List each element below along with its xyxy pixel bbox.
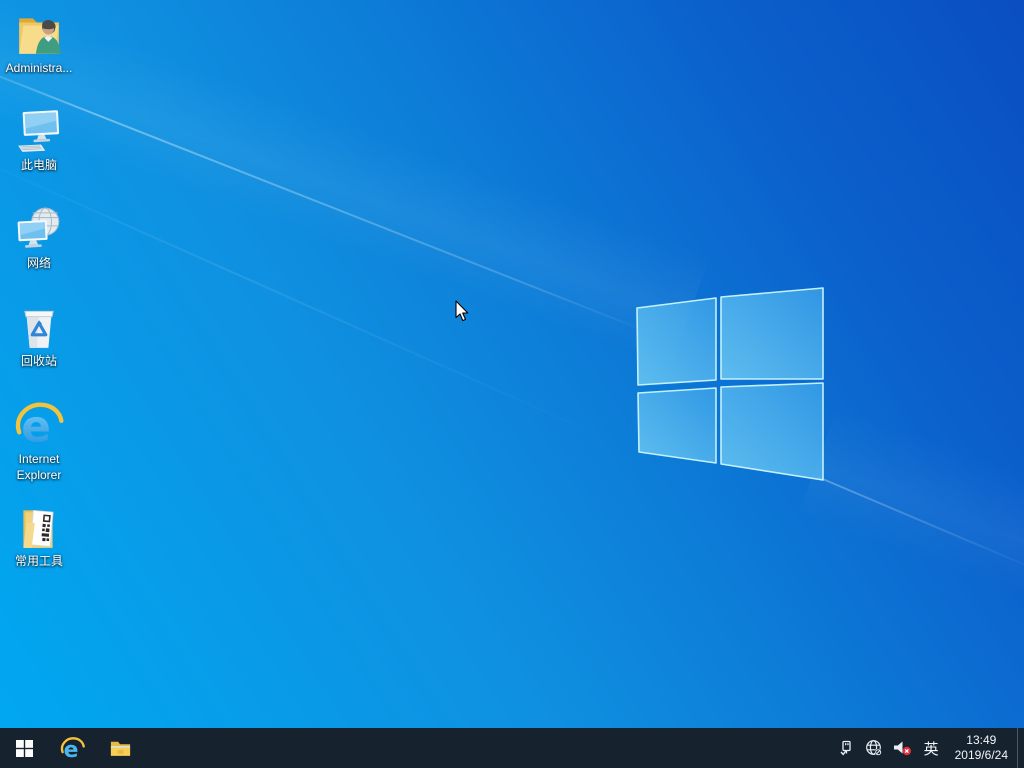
tools-folder-icon bbox=[23, 509, 54, 548]
desktop-icon-network[interactable]: 网络 bbox=[1, 204, 77, 272]
light-ray bbox=[797, 403, 1024, 606]
recycle-bin-icon bbox=[24, 310, 54, 348]
desktop-icon-label: Administra... bbox=[5, 61, 73, 75]
volume-tray-button[interactable] bbox=[888, 728, 917, 768]
network-tray-button[interactable] bbox=[860, 728, 888, 768]
desktop-icon-label: 回收站 bbox=[20, 354, 57, 368]
desktop-icon-label: 常用工具 bbox=[14, 554, 63, 568]
windows-logo-pane bbox=[637, 387, 717, 464]
light-ray bbox=[0, 52, 657, 337]
screen: Administra... 此电脑 网络 回收站 e Internet Expl… bbox=[0, 0, 1024, 768]
light-ray bbox=[817, 476, 1024, 576]
taskbar-file-explorer-button[interactable] bbox=[96, 728, 144, 768]
windows-logo-pane bbox=[720, 287, 824, 380]
desktop-icon-label: 网络 bbox=[26, 256, 51, 270]
taskbar-clock[interactable]: 13:49 2019/6/24 bbox=[946, 728, 1017, 768]
desktop-icon-common-tools[interactable]: 常用工具 bbox=[1, 502, 77, 570]
folder-icon bbox=[110, 741, 130, 756]
start-button[interactable] bbox=[0, 728, 48, 768]
clock-time: 13:49 bbox=[966, 733, 997, 747]
ie-icon: e bbox=[15, 402, 64, 450]
taskbar-internet-explorer-button[interactable]: e bbox=[48, 728, 96, 768]
desktop-icon-label: Internet Explorer bbox=[16, 452, 62, 482]
desktop-wallpaper[interactable] bbox=[0, 0, 1024, 768]
network-globe-icon bbox=[865, 740, 882, 756]
language-indicator[interactable]: 英 bbox=[917, 738, 946, 759]
usb-device-icon bbox=[840, 740, 851, 755]
volume-muted-icon bbox=[893, 741, 911, 755]
show-desktop-button[interactable] bbox=[1017, 728, 1024, 768]
desktop-icon-this-pc[interactable]: 此电脑 bbox=[1, 106, 77, 174]
windows-logo-pane bbox=[636, 297, 717, 386]
windows-logo bbox=[636, 287, 824, 481]
taskbar: e 英 13:49 2019/6/24 bbox=[0, 728, 1024, 768]
usb-device-tray-button[interactable] bbox=[833, 728, 860, 768]
desktop-icon-label: 此电脑 bbox=[20, 158, 57, 172]
user-folder-icon bbox=[19, 18, 61, 54]
network-globe-icon bbox=[17, 207, 60, 248]
system-tray: 英 13:49 2019/6/24 bbox=[833, 728, 1024, 768]
clock-date: 2019/6/24 bbox=[954, 748, 1008, 762]
light-ray bbox=[0, 150, 619, 445]
ie-icon: e bbox=[60, 736, 85, 761]
light-ray bbox=[0, 0, 712, 367]
windows-start-icon bbox=[15, 739, 33, 757]
desktop-icon-administrator[interactable]: Administra... bbox=[1, 9, 77, 77]
windows-logo-pane bbox=[720, 382, 824, 481]
desktop-icon-recycle-bin[interactable]: 回收站 bbox=[1, 302, 77, 370]
desktop-icon-internet-explorer[interactable]: e Internet Explorer bbox=[1, 400, 77, 483]
computer-icon bbox=[18, 110, 60, 152]
